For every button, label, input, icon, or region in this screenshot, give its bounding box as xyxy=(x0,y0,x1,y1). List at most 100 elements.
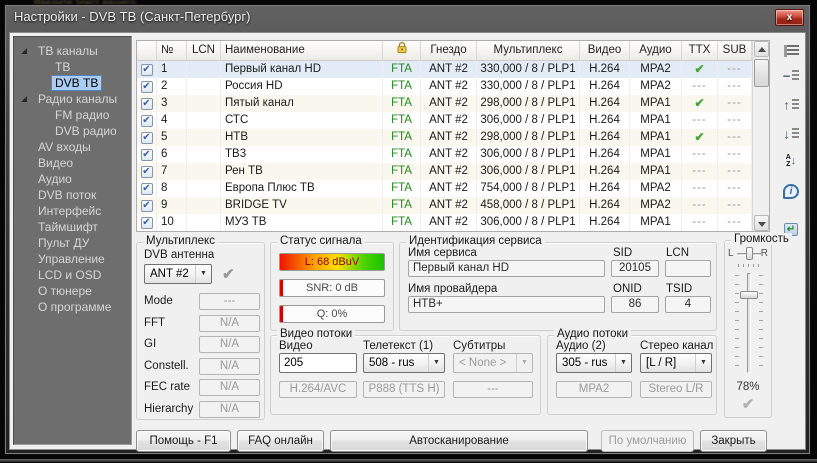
sidebar-item-интерфейс[interactable]: Интерфейс xyxy=(14,203,131,219)
onid-field: 86 xyxy=(611,296,659,313)
row-checkbox[interactable]: ✔ xyxy=(141,149,153,161)
title-bar[interactable]: Настройки - DVB ТВ (Санкт-Петербург) x xyxy=(5,5,810,30)
sidebar-item-av-входы[interactable]: AV входы xyxy=(14,139,131,155)
col-header-lcn[interactable]: LCN xyxy=(187,41,221,60)
volume-ticks xyxy=(759,275,763,371)
channel-number: 2 xyxy=(157,78,187,95)
sidebar-item-label: DVB ТВ xyxy=(51,75,102,91)
scroll-down-icon[interactable] xyxy=(754,215,769,231)
lock-icon[interactable] xyxy=(383,41,421,60)
row-checkbox[interactable]: ✔ xyxy=(141,98,153,110)
audio-select[interactable]: 305 - rus ▼ xyxy=(556,353,632,373)
sidebar-item-lcd-и-osd[interactable]: LCD и OSD xyxy=(14,267,131,283)
sidebar-item-аудио[interactable]: Аудио xyxy=(14,171,131,187)
col-header-checkbox[interactable] xyxy=(137,41,157,60)
table-row[interactable]: ✔6ТВ3FTAANT #2306,000 / 8 / PLP1H.264MPA… xyxy=(137,146,769,163)
sidebar-item-радио-каналы[interactable]: Радио каналы xyxy=(14,91,131,107)
channel-lcn xyxy=(187,214,221,231)
channel-multiplex: 298,000 / 8 / PLP1 xyxy=(477,95,580,112)
param-row-fft: FFTN/A xyxy=(137,315,264,332)
sidebar-item-видео[interactable]: Видео xyxy=(14,155,131,171)
col-header-[interactable]: № xyxy=(157,41,187,60)
teletext-select[interactable]: 508 - rus ▼ xyxy=(363,353,445,373)
close-button[interactable]: x xyxy=(775,9,804,26)
scroll-up-icon[interactable] xyxy=(754,41,769,57)
move-up-icon[interactable]: ↑ xyxy=(778,96,804,120)
row-checkbox[interactable]: ✔ xyxy=(141,217,153,229)
row-checkbox[interactable]: ✔ xyxy=(141,81,153,93)
sidebar-item-label: Радио каналы xyxy=(34,91,121,107)
sidebar-item-dvb-тв[interactable]: DVB ТВ xyxy=(14,75,131,91)
table-row[interactable]: ✔7Рен ТВFTAANT #2306,000 / 8 / PLP1H.264… xyxy=(137,163,769,180)
sidebar-item-label: Таймшифт xyxy=(34,219,102,235)
sidebar-item-тв-каналы[interactable]: ТВ каналы xyxy=(14,43,131,59)
row-checkbox[interactable]: ✔ xyxy=(141,200,153,212)
video-pid-input[interactable] xyxy=(279,353,357,373)
tree-expander-icon[interactable] xyxy=(21,96,27,102)
sidebar-item-fm-радио[interactable]: FM радио xyxy=(14,107,131,123)
chevron-down-icon: ▼ xyxy=(516,354,532,372)
tree-expander-icon[interactable] xyxy=(21,48,27,54)
channel-audio-codec: MPA2 xyxy=(630,180,682,197)
table-row[interactable]: ✔10МУЗ ТВFTAANT #2306,000 / 8 / PLP1H.26… xyxy=(137,214,769,231)
col-header-наименование[interactable]: Наименование xyxy=(221,41,383,60)
sidebar-item-label: Интерфейс xyxy=(34,203,105,219)
table-row[interactable]: ✔4СТСFTAANT #2306,000 / 8 / PLP1H.264MPA… xyxy=(137,112,769,129)
autoscan-button[interactable]: Автосканирование xyxy=(330,430,588,452)
help-button[interactable]: Помощь - F1 xyxy=(136,430,231,452)
sidebar-item-о-тюнере[interactable]: О тюнере xyxy=(14,283,131,299)
sidebar-item-dvb-радио[interactable]: DVB радио xyxy=(14,123,131,139)
video-codec-field: H.264/AVC xyxy=(279,381,357,398)
table-row[interactable]: ✔9BRIDGE TVFTAANT #2458,000 / 8 / PLP1H.… xyxy=(137,197,769,214)
channel-video-codec: H.264 xyxy=(580,146,630,163)
table-row[interactable]: ✔5НТВFTAANT #2298,000 / 8 / PLP1H.264MPA… xyxy=(137,129,769,146)
channel-grid-icon[interactable] xyxy=(778,40,804,64)
subtitles-select[interactable]: < None > ▼ xyxy=(453,353,533,373)
table-row[interactable]: ✔3Пятый каналFTAANT #2298,000 / 8 / PLP1… xyxy=(137,95,769,112)
channel-video-codec: H.264 xyxy=(580,129,630,146)
scrollbar-thumb[interactable] xyxy=(754,59,769,87)
background-window-edge xyxy=(0,459,817,462)
table-scrollbar[interactable] xyxy=(752,41,769,231)
row-checkbox[interactable]: ✔ xyxy=(141,64,153,76)
row-checkbox[interactable]: ✔ xyxy=(141,183,153,195)
sidebar-item-о-программе[interactable]: О программе xyxy=(14,299,131,315)
stereo-select[interactable]: [L / R] ▼ xyxy=(640,353,712,373)
close-dialog-button[interactable]: Закрыть xyxy=(700,430,767,452)
channel-info-icon[interactable]: i xyxy=(778,180,804,204)
table-row[interactable]: ✔8Европа Плюс ТВFTAANT #2754,000 / 8 / P… xyxy=(137,180,769,197)
volume-slider-thumb[interactable] xyxy=(740,291,758,299)
channel-sub: --- xyxy=(718,78,752,95)
sidebar-item-тв[interactable]: ТВ xyxy=(14,59,131,75)
balance-slider-thumb[interactable] xyxy=(746,247,753,260)
table-row[interactable]: ✔1Первый канал HDFTAANT #2330,000 / 8 / … xyxy=(137,61,769,78)
col-header-мультиплекс[interactable]: Мультиплекс xyxy=(477,41,580,60)
sort-az-icon[interactable]: AZ↓ xyxy=(778,152,804,176)
move-down-icon[interactable]: ↓ xyxy=(778,125,804,149)
sidebar-tree: ТВ каналыТВDVB ТВРадио каналыFM радиоDVB… xyxy=(13,36,132,445)
col-header-видео[interactable]: Видео xyxy=(580,41,630,60)
volume-slider[interactable] xyxy=(747,273,751,373)
col-header-sub[interactable]: SUB xyxy=(718,41,752,60)
col-header-ttx[interactable]: TTX xyxy=(682,41,718,60)
col-header-гнездо[interactable]: Гнездо xyxy=(421,41,477,60)
checkbox-cell: ✔ xyxy=(137,163,157,180)
row-checkbox[interactable]: ✔ xyxy=(141,166,153,178)
teletext-info-field: P888 (TTS H) xyxy=(363,381,445,398)
sidebar-item-управление[interactable]: Управление xyxy=(14,251,131,267)
sidebar-item-dvb-поток[interactable]: DVB поток xyxy=(14,187,131,203)
col-header-аудио[interactable]: Аудио xyxy=(630,41,682,60)
mute-button[interactable]: ✔ xyxy=(725,395,771,413)
remove-channel-icon[interactable]: − xyxy=(778,67,804,91)
channel-video-codec: H.264 xyxy=(580,61,630,78)
faq-button[interactable]: FAQ онлайн xyxy=(237,430,324,452)
antenna-select[interactable]: ANT #2 ▼ xyxy=(144,264,212,284)
sidebar-item-таймшифт[interactable]: Таймшифт xyxy=(14,219,131,235)
stereo-select-value: [L / R] xyxy=(646,354,676,372)
channel-number: 8 xyxy=(157,180,187,197)
row-checkbox[interactable]: ✔ xyxy=(141,115,153,127)
table-row[interactable]: ✔2Россия HDFTAANT #2330,000 / 8 / PLP1H.… xyxy=(137,78,769,95)
sidebar-item-пульт-ду[interactable]: Пульт ДУ xyxy=(14,235,131,251)
row-checkbox[interactable]: ✔ xyxy=(141,132,153,144)
channel-name: МУЗ ТВ xyxy=(221,214,383,231)
